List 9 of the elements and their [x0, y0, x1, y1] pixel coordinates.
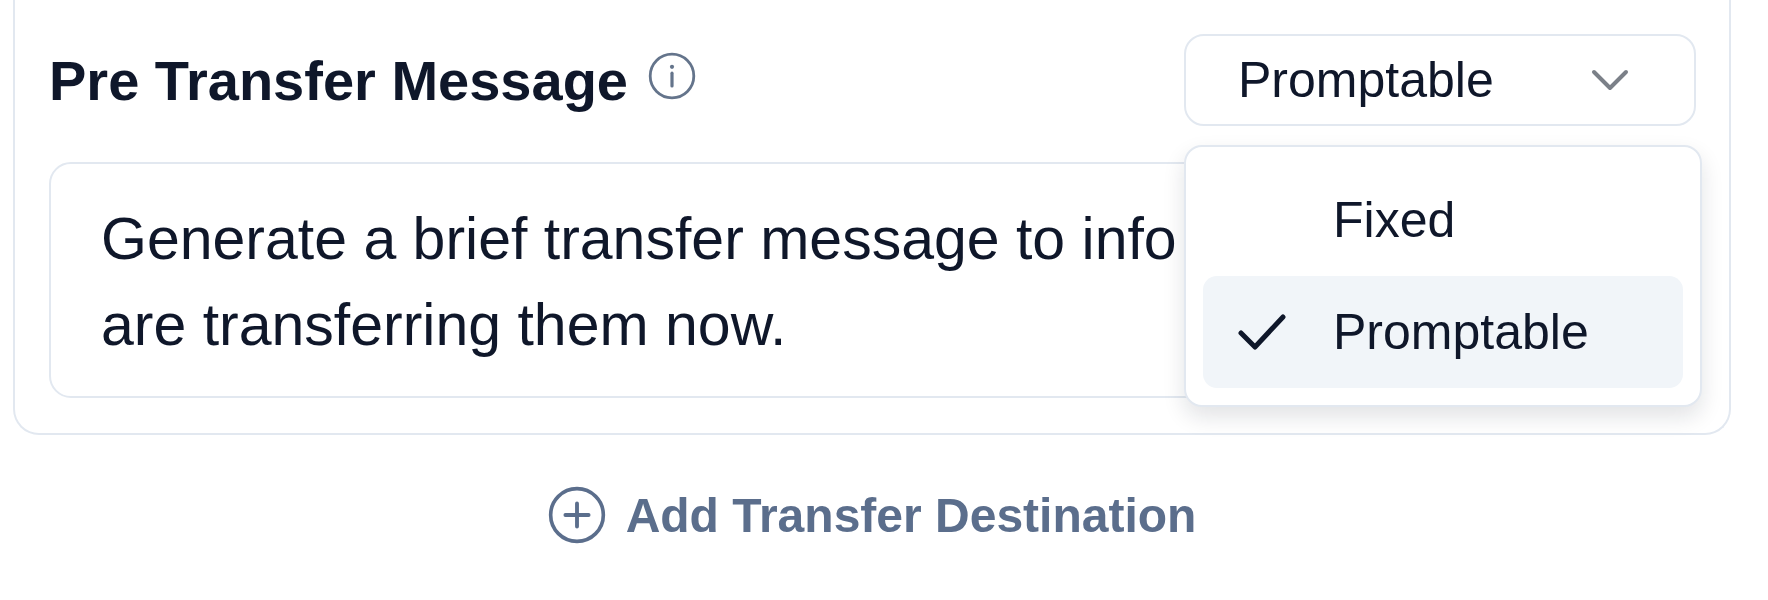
chevron-down-icon	[1591, 69, 1629, 91]
add-destination-button[interactable]: Add Transfer Destination	[547, 486, 1197, 544]
menu-option[interactable]: Promptable	[1203, 276, 1683, 388]
plus-circle-icon	[547, 486, 606, 544]
menu-option[interactable]: Fixed	[1203, 164, 1683, 276]
info-icon	[648, 52, 696, 100]
checkmark-icon	[1238, 314, 1286, 350]
section-title: Pre Transfer Message	[49, 47, 628, 113]
mode-dropdown[interactable]: Promptable	[1184, 34, 1696, 126]
